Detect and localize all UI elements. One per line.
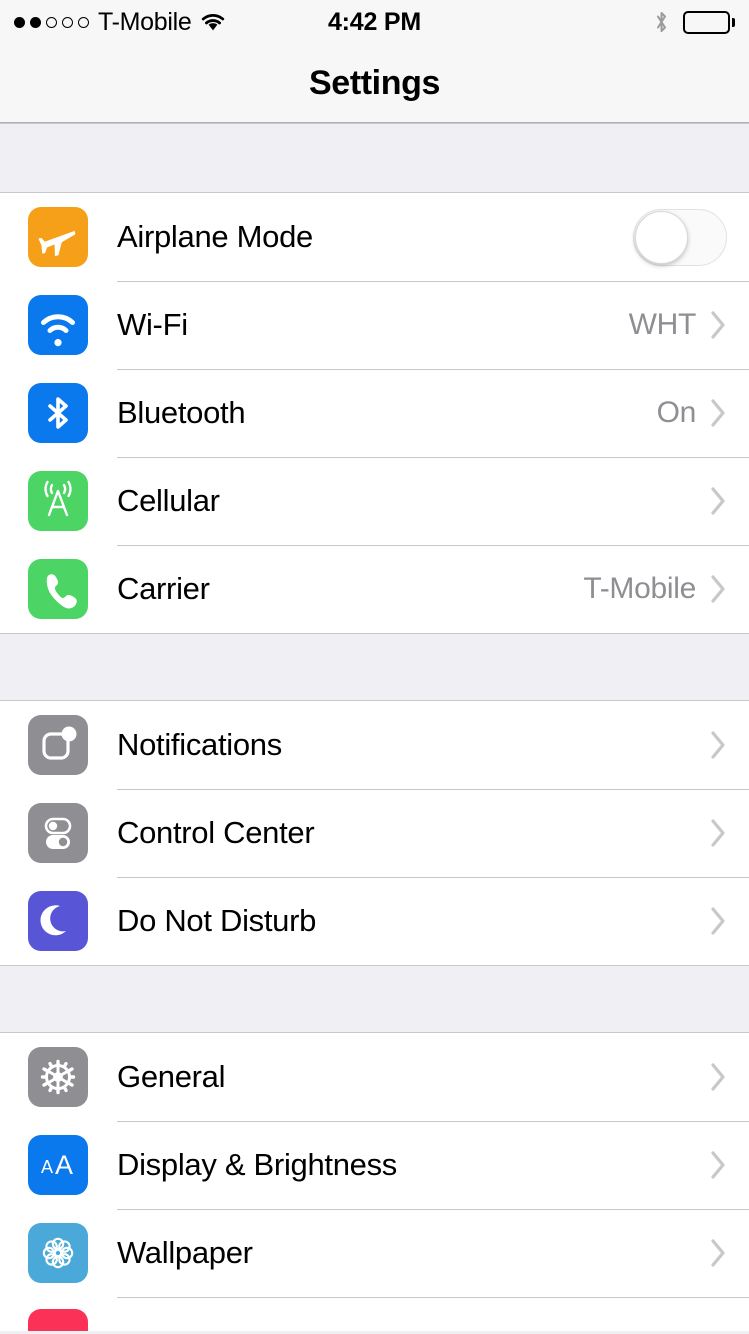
battery-indicator [683,10,735,34]
settings-row-airplane-mode[interactable]: Airplane Mode [0,193,749,281]
row-accessory: WHT [629,308,727,342]
row-accessory [710,1062,727,1092]
settings-row-cellular[interactable]: Cellular [0,457,749,545]
settings-group-connectivity: Airplane Mode Wi-Fi WHT Bluetooth On Cel… [0,193,749,633]
settings-row-label: Carrier [117,571,210,606]
section-gap-2 [0,633,749,701]
row-accessory [710,906,727,936]
settings-row-wallpaper[interactable]: Wallpaper [0,1209,749,1297]
settings-screen: T-Mobile 4:42 PM Settings Airplane Mode … [0,0,749,1334]
settings-row-label: Control Center [117,815,315,850]
moon-icon [28,891,88,951]
battery-body [683,10,730,34]
settings-row-display-brightness[interactable]: A A Display & Brightness [0,1121,749,1209]
row-accessory [710,1238,727,1268]
chevron-right-icon [710,906,727,936]
airplane-mode-toggle[interactable] [633,208,727,266]
section-gap-1 [0,123,749,193]
settings-row-label: General [117,1059,226,1094]
settings-row-label: Bluetooth [117,395,246,430]
row-accessory [710,818,727,848]
settings-row-value: WHT [628,308,697,341]
battery-cap [731,17,735,27]
settings-row-label: Cellular [117,483,220,518]
page-title: Settings [309,63,440,102]
cellular-antenna-icon [28,471,88,531]
status-bar-right [654,10,735,34]
chevron-right-icon [710,486,727,516]
chevron-right-icon [710,310,727,340]
settings-row-bluetooth[interactable]: Bluetooth On [0,369,749,457]
chevron-right-icon [710,574,727,604]
sounds-icon [28,1309,88,1331]
settings-row-label: Display & Brightness [117,1147,398,1182]
settings-row-control-center[interactable]: Control Center [0,789,749,877]
settings-row-sounds-partial[interactable] [0,1297,749,1331]
row-accessory: On [657,396,727,430]
settings-row-general[interactable]: General [0,1033,749,1121]
settings-row-wifi[interactable]: Wi-Fi WHT [0,281,749,369]
settings-row-label: Wallpaper [117,1235,253,1270]
airplane-icon [28,207,88,267]
settings-row-label: Airplane Mode [117,219,313,254]
settings-row-value: On [656,396,697,429]
row-accessory [696,486,727,516]
row-accessory [710,1150,727,1180]
phone-handset-icon [28,559,88,619]
settings-row-notifications[interactable]: Notifications [0,701,749,789]
notification-badge-icon [28,715,88,775]
chevron-right-icon [710,1150,727,1180]
settings-row-label: Wi-Fi [117,307,188,342]
settings-group-notifications: Notifications Control Center Do Not Dist… [0,701,749,965]
flower-icon [28,1223,88,1283]
wifi-icon [28,295,88,355]
chevron-right-icon [710,1238,727,1268]
row-accessory: T-Mobile [583,572,727,606]
settings-row-do-not-disturb[interactable]: Do Not Disturb [0,877,749,965]
chevron-right-icon [710,1062,727,1092]
settings-row-value: T-Mobile [583,572,696,605]
control-center-toggles-icon [28,803,88,863]
toggle-knob [635,210,688,264]
bluetooth-icon [28,383,88,443]
svg-text:A: A [41,1157,53,1177]
svg-text:A: A [55,1150,73,1180]
row-accessory [710,730,727,760]
status-bar: T-Mobile 4:42 PM [0,0,749,44]
settings-row-carrier[interactable]: Carrier T-Mobile [0,545,749,633]
chevron-right-icon [710,398,727,428]
gear-icon [28,1047,88,1107]
settings-row-label: Notifications [117,727,282,762]
row-accessory [633,208,727,266]
settings-group-general: General A A Display & Brightness Wallpap… [0,1033,749,1331]
text-size-aa-icon: A A [28,1135,88,1195]
chevron-right-icon [710,818,727,848]
chevron-right-icon [710,730,727,760]
nav-bar: Settings [0,44,749,123]
section-gap-3 [0,965,749,1033]
status-clock: 4:42 PM [327,7,422,36]
bluetooth-icon [654,10,669,34]
settings-row-label: Do Not Disturb [117,903,317,938]
